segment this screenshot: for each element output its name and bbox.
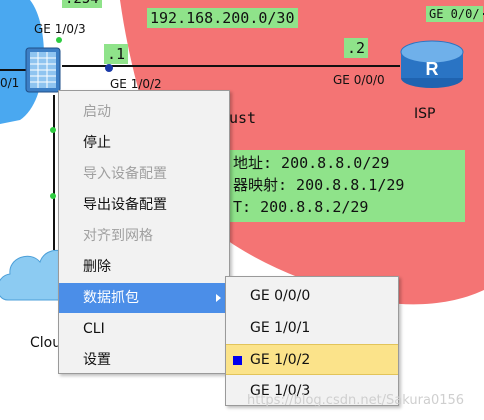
device-context-menu: 启动 停止 导入设备配置 导出设备配置 对齐到网格 删除 数据抓包 CLI 设置 (58, 90, 230, 374)
capture-interface-submenu: GE 0/0/0 GE 1/0/1 GE 1/0/2 GE 1/0/3 (225, 276, 399, 406)
submenu-item-ge000[interactable]: GE 0/0/0 (226, 281, 398, 312)
port-dot (50, 127, 56, 133)
menu-item-import-config[interactable]: 导入设备配置 (59, 159, 229, 189)
port-label-isp-top: GE 0/0/ (426, 6, 483, 22)
ip-suffix-right: .2 (344, 38, 369, 58)
menu-item-cli[interactable]: CLI (59, 314, 229, 344)
menu-item-packet-capture[interactable]: 数据抓包 (59, 283, 229, 313)
port-label-ge103: GE 1/0/3 (34, 22, 86, 36)
nat-line-2: 器映射: 200.8.8.1/29 (233, 176, 405, 194)
submenu-item-ge102[interactable]: GE 1/0/2 (226, 344, 398, 375)
port-dot (105, 64, 113, 72)
submenu-item-ge101[interactable]: GE 1/0/1 (226, 313, 398, 344)
port-dot (50, 193, 56, 199)
ip-suffix-left: .1 (104, 44, 129, 64)
port-label-left: 0/1 (0, 76, 20, 90)
router-icon[interactable]: R (400, 40, 464, 88)
submenu-item-ge102-label: GE 1/0/2 (250, 352, 311, 368)
menu-item-align-grid[interactable]: 对齐到网格 (59, 221, 229, 251)
menu-item-export-config[interactable]: 导出设备配置 (59, 190, 229, 220)
menu-item-packet-capture-label: 数据抓包 (83, 290, 139, 306)
menu-item-settings[interactable]: 设置 (59, 345, 229, 375)
port-label-ge000: GE 0/0/0 (333, 73, 385, 87)
network-subnet-label: 192.168.200.0/30 (147, 8, 298, 28)
menu-item-stop[interactable]: 停止 (59, 128, 229, 158)
menu-item-delete[interactable]: 删除 (59, 252, 229, 282)
submenu-arrow-icon (216, 294, 221, 302)
nat-line-3: T: 200.8.8.2/29 (233, 198, 369, 216)
watermark: https://blog.csdn.net/Sakura0156 (247, 393, 465, 408)
nat-address-info: 地址: 200.8.8.0/29 器映射: 200.8.8.1/29 T: 20… (229, 150, 465, 222)
nat-line-1: 地址: 200.8.8.0/29 (233, 154, 390, 172)
subnet-label-partial: .254 (62, 0, 102, 8)
zone-name-partial: ust (229, 109, 257, 127)
svg-text:R: R (426, 59, 439, 79)
firewall-device-icon[interactable] (25, 47, 61, 93)
port-dot (56, 37, 62, 43)
menu-item-start[interactable]: 启动 (59, 97, 229, 127)
cloud-label: Clou (30, 335, 62, 351)
selected-square-icon (233, 356, 242, 365)
isp-device-label: ISP (414, 106, 436, 122)
port-label-ge102: GE 1/0/2 (110, 77, 162, 91)
